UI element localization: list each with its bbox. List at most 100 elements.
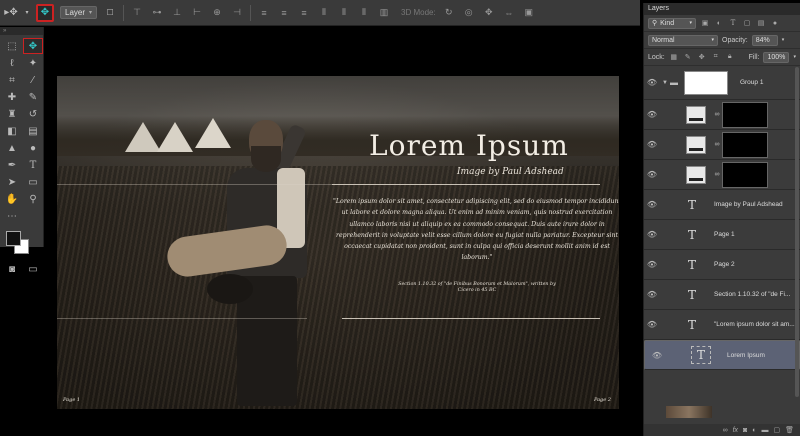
add-mask-icon[interactable]: ◙ [743,427,747,434]
document-canvas[interactable]: Lorem Ipsum Image by Paul Adshead "Lorem… [57,76,619,409]
layer-name[interactable]: Page 1 [714,231,735,238]
3d-slide-icon[interactable]: ⇔ [502,6,516,20]
document-subtitle[interactable]: Image by Paul Adshead [457,167,564,177]
layer-row-text-selected[interactable]: 👁︎ T Lorem Ipsum [644,340,800,370]
color-swatches[interactable] [4,231,39,257]
layer-name[interactable]: "Lorem ipsum dolor sit am... [714,321,795,328]
blur-icon[interactable]: ▲ [2,140,22,156]
layer-name[interactable]: Image by Paul Adshead [714,201,783,208]
layers-scrollbar[interactable] [795,67,799,397]
eye-icon[interactable]: 👁︎ [649,351,665,360]
filter-pixel-icon[interactable]: ▣ [700,18,710,28]
filter-smart-object-icon[interactable]: ▤ [756,18,766,28]
chevron-down-icon[interactable]: ▼ [662,80,668,86]
quick-mask-icon[interactable]: ◙ [2,261,22,277]
toolbox-collapse-icon[interactable]: » [0,27,43,35]
distribute-vcenter-icon[interactable]: ≡ [277,6,291,20]
layer-row-text[interactable]: 👁︎ T Page 1 [644,220,800,250]
3d-rotate-icon[interactable]: ↻ [442,6,456,20]
link-icon[interactable]: ∞ [712,111,722,118]
lock-artboard-icon[interactable]: ⌗ [711,52,721,62]
background-layer-thumbnail[interactable] [666,406,712,418]
link-icon[interactable]: ∞ [712,141,722,148]
align-bottom-icon[interactable]: ⊥ [170,6,184,20]
distribute-bottom-icon[interactable]: ≡ [297,6,311,20]
layer-name[interactable]: Page 2 [714,261,735,268]
layer-row-group[interactable]: 👁︎ ▼ ▬ Group 1 [644,66,800,100]
document-title[interactable]: Lorem Ipsum [369,129,569,162]
dodge-icon[interactable]: ● [23,140,43,156]
opacity-input[interactable]: 84% [751,34,778,46]
chevron-down-icon[interactable]: ▾ [793,54,796,60]
page-number-right[interactable]: Page 2 [594,397,611,403]
layer-row-masked[interactable]: 👁︎ ∞ [644,160,800,190]
align-right-icon[interactable]: ⊣ [230,6,244,20]
eye-icon[interactable]: 👁︎ [644,78,660,87]
blend-mode-dropdown[interactable]: Normal ▾ [648,34,718,46]
link-layers-icon[interactable]: ∞ [723,427,728,434]
filter-kind-dropdown[interactable]: ⚲ Kind ▾ [648,17,696,29]
eye-icon[interactable]: 👁︎ [644,110,660,119]
auto-align-icon[interactable]: ▥ [377,6,391,20]
magic-wand-icon[interactable]: ✦ [23,55,43,71]
healing-brush-icon[interactable]: ✚ [2,89,22,105]
new-layer-icon[interactable]: ▢ [773,426,780,434]
eye-icon[interactable]: 👁︎ [644,200,660,209]
filter-toggle-icon[interactable]: ● [770,18,780,28]
type-icon[interactable]: T [23,157,43,173]
hand-icon[interactable]: ✋ [2,191,22,207]
path-select-icon[interactable]: ➤ [2,174,22,190]
layer-row-text[interactable]: 👁︎ T "Lorem ipsum dolor sit am... [644,310,800,340]
pen-icon[interactable]: ✒ [2,157,22,173]
move-icon[interactable]: ✥ [23,38,43,54]
move-tool-preset-icon[interactable]: ▸✥ [4,6,18,20]
align-top-icon[interactable]: ⊤ [130,6,144,20]
align-vcenter-icon[interactable]: ⊶ [150,6,164,20]
auto-select-toggle[interactable]: ✥ [36,3,54,22]
brush-icon[interactable]: ✎ [23,89,43,105]
distribute-left-icon[interactable]: ⦀ [317,6,331,20]
transform-controls-checkbox[interactable]: ☐ [103,6,117,20]
eye-icon[interactable]: 👁︎ [644,140,660,149]
layer-row-text[interactable]: 👁︎ T Image by Paul Adshead [644,190,800,220]
screen-mode-icon[interactable]: ▭ [23,261,43,277]
auto-select-dropdown[interactable]: Layer ▾ [60,6,98,19]
layer-row-text[interactable]: 👁︎ T Section 1.10.32 of "de Fi... [644,280,800,310]
chevron-down-icon[interactable]: ▾ [782,37,785,43]
3d-roll-icon[interactable]: ◎ [462,6,476,20]
filter-type-icon[interactable]: T [728,18,738,28]
lock-pixels-icon[interactable]: ✎ [683,52,693,62]
eye-icon[interactable]: 👁︎ [644,260,660,269]
layer-name[interactable]: Lorem Ipsum [727,352,765,359]
adjustment-layer-icon[interactable]: ◐ [752,427,756,434]
layer-row-text[interactable]: 👁︎ T Page 2 [644,250,800,280]
trash-icon[interactable]: 🗑︎ [785,426,794,434]
shape-icon[interactable]: ▭ [23,174,43,190]
eye-icon[interactable]: 👁︎ [644,170,660,179]
filter-adjustment-icon[interactable]: ◐ [714,18,724,28]
lock-transparent-icon[interactable]: ▦ [669,52,679,62]
fx-icon[interactable]: fx [733,427,738,434]
new-group-icon[interactable]: ▬ [761,427,768,434]
lock-all-icon[interactable]: 🔒︎ [725,52,735,62]
eraser-icon[interactable]: ◧ [2,123,22,139]
page-number-left[interactable]: Page 1 [63,397,80,403]
lasso-icon[interactable]: ℓ [2,55,22,71]
eye-icon[interactable]: 👁︎ [644,230,660,239]
align-hcenter-icon[interactable]: ⊕ [210,6,224,20]
document-citation[interactable]: Section 1.10.32 of "de Finibus Bonorum e… [397,282,557,294]
filter-shape-icon[interactable]: ▢ [742,18,752,28]
zoom-icon[interactable]: ⚲ [23,191,43,207]
distribute-hcenter-icon[interactable]: ⦀ [337,6,351,20]
align-left-icon[interactable]: ⊢ [190,6,204,20]
eyedropper-icon[interactable]: ⁄ [23,72,43,88]
fill-input[interactable]: 100% [763,51,790,63]
link-icon[interactable]: ∞ [712,171,722,178]
more-tools-icon[interactable]: ⋯ [2,208,22,224]
document-body-text[interactable]: "Lorem ipsum dolor sit amet, consectetur… [332,196,619,264]
layer-name[interactable]: Group 1 [740,79,764,86]
marquee-icon[interactable]: ⬚ [2,38,22,54]
eye-icon[interactable]: 👁︎ [644,290,660,299]
foreground-color-swatch[interactable] [6,231,21,246]
crop-icon[interactable]: ⌗ [2,72,22,88]
